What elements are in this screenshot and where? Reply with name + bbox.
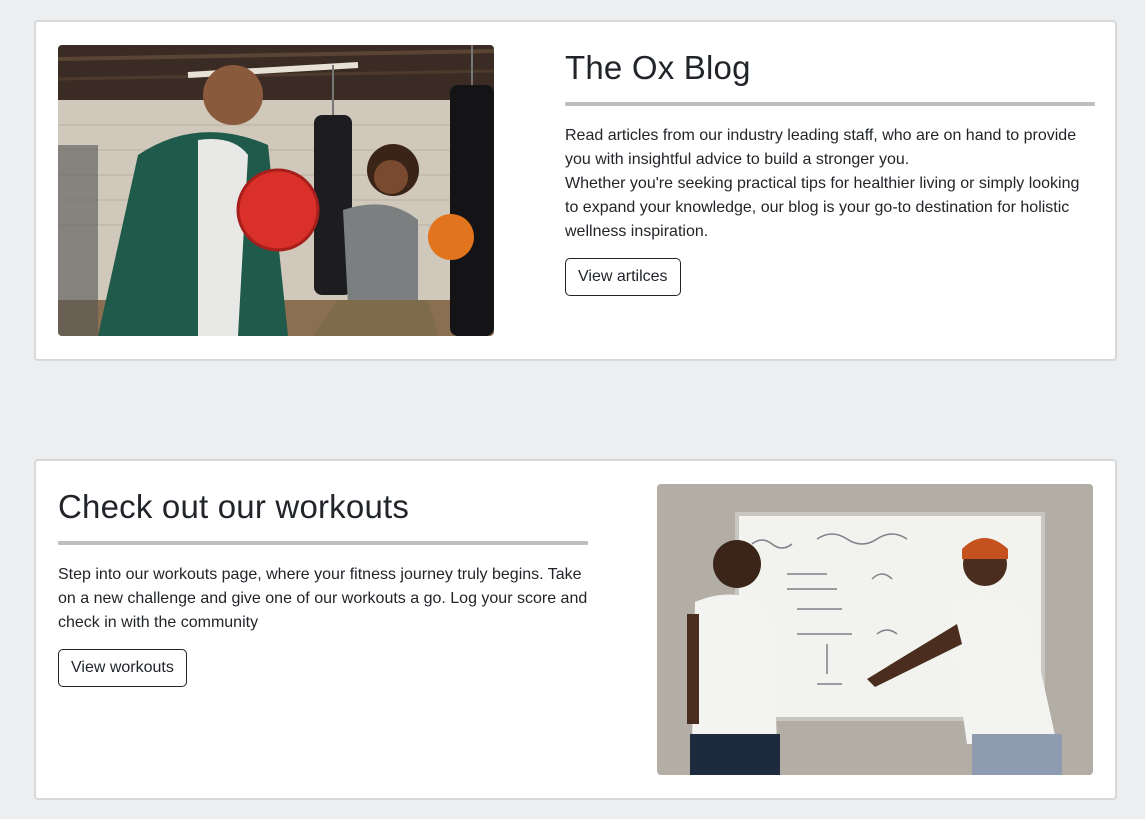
workouts-description: Step into our workouts page, where your … bbox=[58, 563, 588, 635]
workouts-text-column: Check out our workouts Step into our wor… bbox=[58, 487, 588, 687]
workouts-title: Check out our workouts bbox=[58, 488, 410, 525]
workouts-title-divider bbox=[58, 541, 588, 545]
view-articles-button[interactable]: View artilces bbox=[565, 258, 681, 296]
blog-paragraph-2: Whether you're seeking practical tips fo… bbox=[565, 175, 1080, 240]
view-workouts-button[interactable]: View workouts bbox=[58, 649, 187, 687]
whiteboard-workout-photo bbox=[657, 484, 1093, 775]
blog-text-column: The Ox Blog Read articles from our indus… bbox=[565, 48, 1095, 296]
blog-card: The Ox Blog Read articles from our indus… bbox=[34, 20, 1117, 361]
blog-title: The Ox Blog bbox=[565, 49, 751, 86]
blog-paragraph-1: Read articles from our industry leading … bbox=[565, 127, 1077, 168]
gym-medicine-ball-photo bbox=[58, 45, 494, 336]
blog-title-divider bbox=[565, 102, 1095, 106]
blog-description: Read articles from our industry leading … bbox=[565, 124, 1095, 244]
workouts-paragraph: Step into our workouts page, where your … bbox=[58, 566, 588, 631]
workouts-card: Check out our workouts Step into our wor… bbox=[34, 459, 1117, 800]
